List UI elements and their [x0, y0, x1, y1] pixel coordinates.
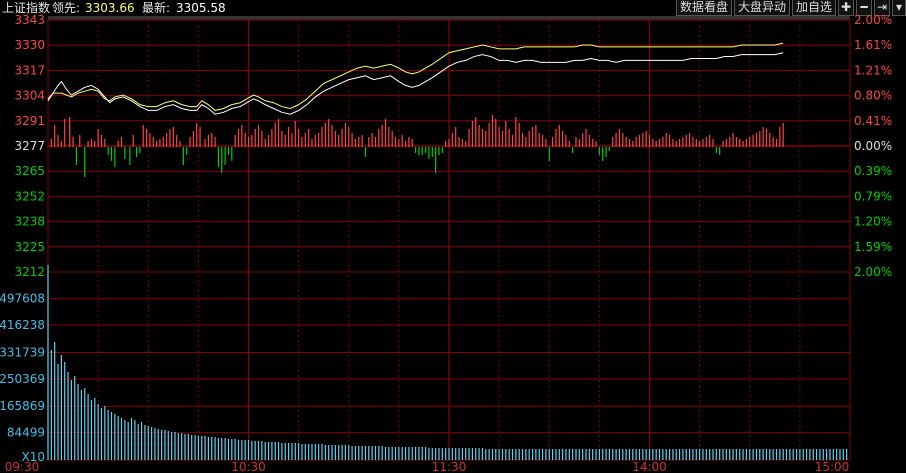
chart-grid — [47, 19, 851, 461]
volume-tick-label: 84499 — [7, 426, 45, 440]
pct-tick-label: 2.00% — [854, 265, 892, 279]
axis-labels: 3343 3330 3317 3304 3291 3277 3265 3252 3238 3225… — [0, 13, 892, 473]
price-tick-label: 3238 — [14, 215, 45, 229]
pct-tick-label: 0.00% — [854, 139, 892, 153]
pct-tick-label: 0.80% — [854, 89, 892, 103]
price-tick-label: 3212 — [14, 265, 45, 279]
time-tick-label: 10:30 — [231, 460, 266, 473]
price-tick-label: 3277 — [14, 139, 45, 153]
pct-tick-label: 0.39% — [854, 164, 892, 178]
time-scrollbar[interactable] — [48, 16, 850, 20]
price-tick-label: 3304 — [14, 89, 45, 103]
price-tick-label: 3317 — [14, 63, 45, 77]
volume-tick-label: 331739 — [0, 345, 45, 359]
time-tick-label: 14:00 — [632, 460, 667, 473]
pct-tick-label: 0.41% — [854, 114, 892, 128]
leader-line — [47, 42, 784, 111]
time-tick-label: 15:00 — [815, 460, 850, 473]
pct-tick-label: 0.79% — [854, 189, 892, 203]
volume-tick-label: 497608 — [0, 292, 45, 306]
volume-bars — [47, 265, 848, 460]
volume-tick-label: 165869 — [0, 399, 45, 413]
volume-tick-label: 250369 — [0, 372, 45, 386]
price-tick-label: 3252 — [14, 189, 45, 203]
pct-tick-label: 1.59% — [854, 240, 892, 254]
intraday-chart[interactable]: 3343 3330 3317 3304 3291 3277 3265 3252 3238 3225… — [0, 0, 906, 473]
price-tick-label: 3291 — [14, 114, 45, 128]
price-line — [47, 52, 784, 115]
pct-tick-label: 2.00% — [854, 13, 892, 27]
price-tick-label: 3330 — [14, 38, 45, 52]
price-tick-label: 3265 — [14, 164, 45, 178]
pct-tick-label: 1.20% — [854, 215, 892, 229]
time-tick-label: 11:30 — [432, 460, 467, 473]
price-tick-label: 3343 — [14, 13, 45, 27]
pct-tick-label: 1.21% — [854, 63, 892, 77]
price-tick-label: 3225 — [14, 240, 45, 254]
pct-tick-label: 1.61% — [854, 38, 892, 52]
volume-tick-label: 416238 — [0, 318, 45, 332]
time-tick-label: 09:30 — [5, 460, 40, 473]
